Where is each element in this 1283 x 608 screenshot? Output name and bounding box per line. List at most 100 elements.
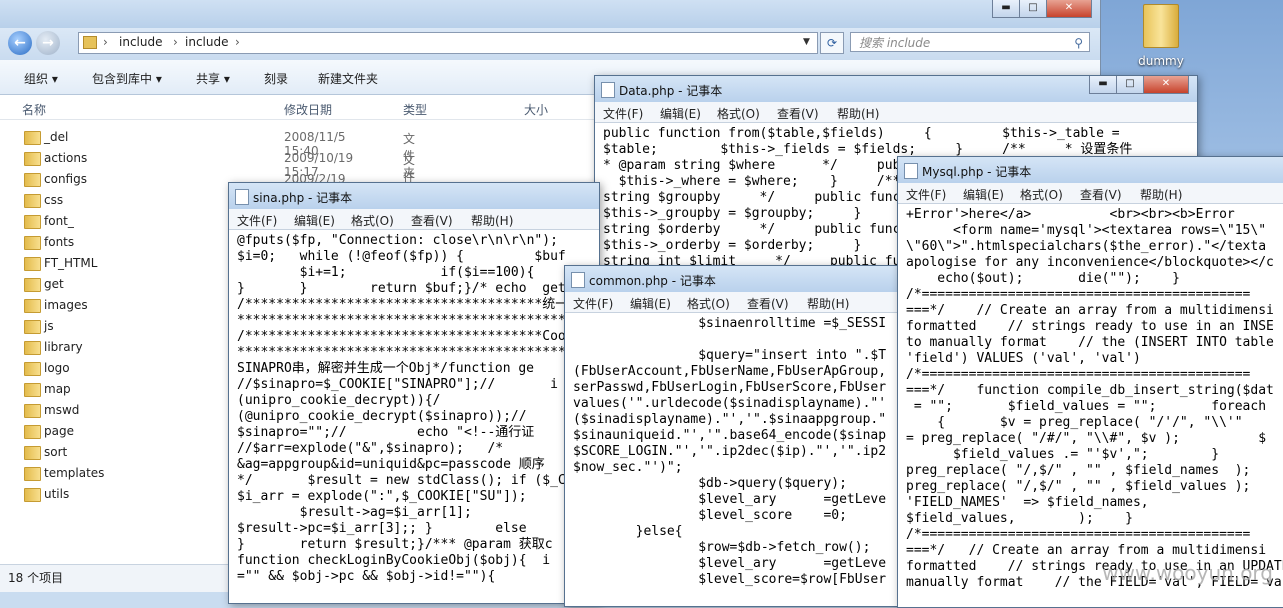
forward-arrow-icon[interactable]: → <box>36 31 60 55</box>
menu-item[interactable]: 查看(V) <box>411 212 453 229</box>
code-line: values('".urldecode($sinadisplayname)."' <box>573 396 887 411</box>
notepad-titlebar: sina.php - 记事本 <box>229 183 599 209</box>
file-name: utils <box>44 487 70 501</box>
file-row[interactable]: configs2009/2/19 14:20 <box>0 170 346 200</box>
menu-item[interactable]: 帮助(H) <box>807 295 849 312</box>
menu-item[interactable]: 格式(O) <box>717 105 760 122</box>
file-row[interactable]: FT_HTML <box>0 254 230 275</box>
desktop-icon-label: dummy <box>1138 54 1184 68</box>
burn-button[interactable]: 刻录 <box>264 70 288 87</box>
notepad-icon <box>904 163 918 179</box>
text-editor[interactable]: $sinaenrolltime =$_SESSI $query="insert … <box>573 316 905 606</box>
include-in-library-button[interactable]: 包含到库中 ▾ <box>92 70 162 87</box>
file-row[interactable]: utils <box>0 485 230 506</box>
minimize-icon[interactable]: ▬ <box>1089 76 1117 94</box>
menu-item[interactable]: 查看(V) <box>1080 186 1122 203</box>
code-line: /*======================================… <box>906 287 1251 302</box>
folder-icon <box>24 131 41 145</box>
menu-item[interactable]: 格式(O) <box>351 212 394 229</box>
menu-item[interactable]: 查看(V) <box>777 105 819 122</box>
file-row[interactable]: logo <box>0 359 230 380</box>
column-header-date[interactable]: 修改日期 <box>284 101 332 118</box>
desktop-icon-dummy[interactable]: dummy <box>1130 0 1192 70</box>
folder-icon <box>24 488 41 502</box>
text-editor[interactable]: @fputs($fp, "Connection: close\r\n\r\n")… <box>237 233 599 603</box>
breadcrumb-item[interactable]: include <box>119 35 162 49</box>
menu-item[interactable]: 编辑(E) <box>963 186 1004 203</box>
code-line: = preg_replace( "/#/", "\\#", $v ); $ <box>906 431 1267 446</box>
folder-icon <box>24 257 41 271</box>
file-row[interactable]: fonts <box>0 233 230 254</box>
menu-item[interactable]: 文件(F) <box>603 105 643 122</box>
menu-item[interactable]: 帮助(H) <box>471 212 513 229</box>
column-header-type[interactable]: 类型 <box>403 101 427 118</box>
file-row[interactable]: _del 2008/11/5 15:40 文件夹 <box>0 128 415 180</box>
menu-item[interactable]: 帮助(H) <box>1140 186 1182 203</box>
code-line: preg_replace( "/,$/" , "" , $field_names… <box>906 463 1251 478</box>
maximize-icon[interactable]: □ <box>1019 0 1047 18</box>
breadcrumb-item[interactable]: include <box>185 35 228 49</box>
organize-button[interactable]: 组织 ▾ <box>24 70 58 87</box>
file-row[interactable]: actions2009/10/19 15:17文件夹 <box>0 149 415 201</box>
menu-item[interactable]: 文件(F) <box>573 295 613 312</box>
menu-item[interactable]: 文件(F) <box>237 212 277 229</box>
close-icon[interactable]: ✕ <box>1143 76 1189 94</box>
menu-item[interactable]: 编辑(E) <box>294 212 335 229</box>
menu-item[interactable]: 格式(O) <box>687 295 730 312</box>
menu-bar: 文件(F) 编辑(E) 格式(O) 查看(V) 帮助(H) <box>898 183 1283 204</box>
menu-item[interactable]: 编辑(E) <box>660 105 701 122</box>
maximize-icon[interactable]: □ <box>1116 76 1144 94</box>
file-name: js <box>44 319 54 333</box>
file-row[interactable]: sort <box>0 443 230 464</box>
code-line: $level_score=$row[FbUser <box>573 572 887 587</box>
folder-icon <box>24 425 41 439</box>
code-line: apologise for any inconvenience</blockqu… <box>906 255 1274 270</box>
window-title: Mysql.php - 记事本 <box>922 165 1032 179</box>
file-row[interactable]: get <box>0 275 230 296</box>
menu-item[interactable]: 帮助(H) <box>837 105 879 122</box>
menu-item[interactable]: 格式(O) <box>1020 186 1063 203</box>
file-row[interactable]: templates <box>0 464 230 485</box>
menu-item[interactable]: 查看(V) <box>747 295 789 312</box>
column-header-name[interactable]: 名称 <box>22 101 46 118</box>
share-button[interactable]: 共享 ▾ <box>196 70 230 87</box>
chevron-down-icon[interactable]: ▼ <box>803 37 810 47</box>
code-line: ="" && $obj->pc && $obj->id!=""){ <box>237 569 496 584</box>
file-name: _del <box>44 130 69 144</box>
code-line: +Error'>here</a> <br><br><b>Error <box>906 207 1235 222</box>
code-line: SINAPRO串，解密并生成一个Obj*/function ge <box>237 361 535 376</box>
new-folder-button[interactable]: 新建文件夹 <box>318 70 378 87</box>
close-icon[interactable]: ✕ <box>1046 0 1092 18</box>
refresh-button[interactable]: ⟳ <box>820 32 844 54</box>
column-header-size[interactable]: 大小 <box>524 101 548 118</box>
code-line: ($sinadisplayname)."','".$sinaappgroup." <box>573 412 887 427</box>
file-row[interactable]: images <box>0 296 230 317</box>
address-box[interactable]: › include › include › ▼ <box>78 32 818 54</box>
search-icon[interactable]: ⚲ <box>1074 33 1083 53</box>
folder-icon <box>24 152 41 166</box>
menu-item[interactable]: 编辑(E) <box>630 295 671 312</box>
notepad-window-common: common.php - 记事本 文件(F) 编辑(E) 格式(O) 查看(V) 帮助(… <box>564 265 906 607</box>
file-row[interactable]: map <box>0 380 230 401</box>
file-row[interactable]: font_ <box>0 212 230 233</box>
file-row[interactable]: css <box>0 191 230 212</box>
status-bar: 18 个项目 <box>0 564 230 592</box>
folder-icon <box>24 194 41 208</box>
code-line: = ""; $field_values = ""; foreach <box>906 399 1267 414</box>
file-name: configs <box>44 172 87 186</box>
file-row[interactable]: library <box>0 338 230 359</box>
code-line: $field_values .= "'$v',"; } <box>906 447 1220 462</box>
code-line: $i=0; while (!@feof($fp)) { $buf <box>237 249 566 264</box>
file-row[interactable]: page <box>0 422 230 443</box>
notepad-window-sina: sina.php - 记事本 文件(F) 编辑(E) 格式(O) 查看(V) 帮助(H)… <box>228 182 600 604</box>
item-count: 18 个项目 <box>8 571 64 585</box>
menu-item[interactable]: 文件(F) <box>906 186 946 203</box>
minimize-icon[interactable]: ▬ <box>992 0 1020 18</box>
text-editor[interactable]: +Error'>here</a> <br><br><b>Error <form … <box>906 207 1283 607</box>
back-arrow-icon[interactable]: ← <box>8 31 32 55</box>
code-line: $SCORE_LOGIN."','".ip2dec($ip)."','".ip2 <box>573 444 887 459</box>
code-line: formatted // strings ready to use in an … <box>906 319 1274 334</box>
file-row[interactable]: js <box>0 317 230 338</box>
file-row[interactable]: mswd <box>0 401 230 422</box>
search-input[interactable]: 搜索 include ⚲ <box>850 32 1090 52</box>
